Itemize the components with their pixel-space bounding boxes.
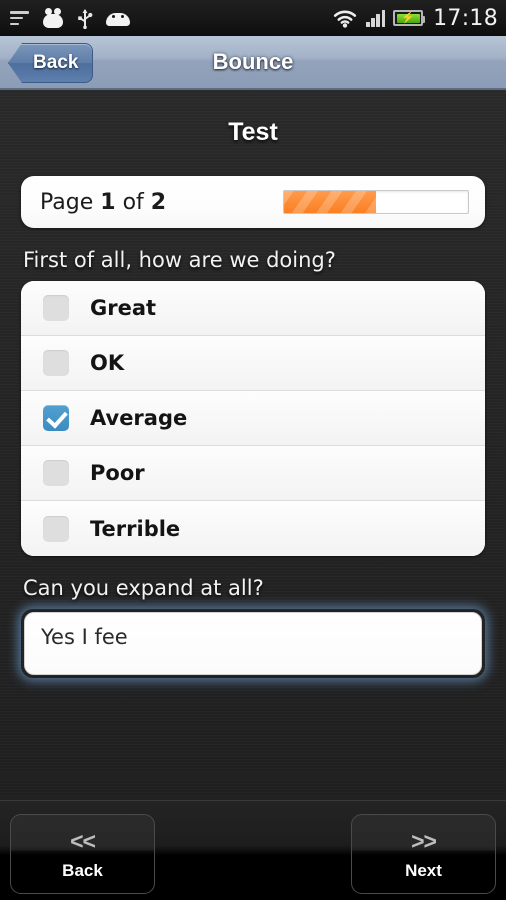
list-icon (10, 11, 29, 25)
free-text-input[interactable]: Yes I fee (24, 612, 482, 675)
phone-screen: ⚡ 17:18 Back Bounce Test Page 1 of 2 Fir… (0, 0, 506, 900)
progress-bar-fill (284, 191, 376, 213)
checkbox-poor[interactable] (43, 460, 69, 486)
page-counter: Page 1 of 2 (40, 190, 166, 215)
option-row-terrible[interactable]: Terrible (21, 501, 485, 556)
footer-back-label: Back (62, 860, 103, 880)
status-bar-clock: 17:18 (433, 5, 498, 31)
chevron-left-double-icon: << (70, 827, 96, 854)
chevron-right-double-icon: >> (411, 827, 437, 854)
progress-bar (283, 190, 469, 214)
app-title-bar: Back Bounce (0, 36, 506, 90)
wifi-icon (332, 8, 358, 28)
signal-icon (365, 9, 386, 27)
status-bar: ⚡ 17:18 (0, 0, 506, 36)
page-prefix-label: Page (40, 189, 94, 215)
option-row-poor[interactable]: Poor (21, 446, 485, 501)
page-current-number: 1 (100, 189, 116, 215)
free-text-focus-glow: Yes I fee (21, 609, 485, 678)
checkbox-ok[interactable] (43, 350, 69, 376)
page-indicator-card: Page 1 of 2 (21, 176, 485, 228)
android-icon (106, 11, 130, 26)
page-title: Test (228, 118, 278, 146)
question-label-2: Can you expand at all? (23, 576, 264, 600)
checkbox-great[interactable] (43, 295, 69, 321)
blob-icon (42, 8, 64, 28)
checkbox-option-list: Great OK Average Poor Terrible (21, 281, 485, 556)
checkbox-average[interactable] (43, 405, 69, 431)
usb-icon (77, 8, 93, 29)
status-bar-right-icons: ⚡ 17:18 (332, 6, 498, 31)
charging-bolt-icon: ⚡ (401, 12, 415, 24)
page-total-number: 2 (150, 189, 167, 215)
footer-back-button[interactable]: << Back (10, 814, 155, 894)
status-bar-left-icons (10, 8, 130, 29)
footer-next-label: Next (405, 860, 442, 880)
option-label-great: Great (90, 296, 157, 320)
app-title: Bounce (212, 49, 294, 74)
option-row-ok[interactable]: OK (21, 336, 485, 391)
option-label-poor: Poor (90, 461, 145, 485)
footer-next-button[interactable]: >> Next (351, 814, 496, 894)
page-of-label: of (122, 189, 144, 215)
option-label-average: Average (90, 406, 188, 430)
question-label-1: First of all, how are we doing? (23, 248, 336, 272)
free-text-answer-wrapper: Yes I fee (21, 609, 485, 678)
option-label-terrible: Terrible (90, 516, 181, 541)
battery-charging-icon: ⚡ (393, 10, 426, 26)
option-label-ok: OK (90, 351, 125, 375)
option-row-average[interactable]: Average (21, 391, 485, 446)
content-area: Test Page 1 of 2 First of all, how are w… (0, 90, 506, 800)
checkbox-terrible[interactable] (43, 515, 69, 542)
option-row-great[interactable]: Great (21, 281, 485, 336)
footer-nav-bar: << Back >> Next (0, 800, 506, 900)
